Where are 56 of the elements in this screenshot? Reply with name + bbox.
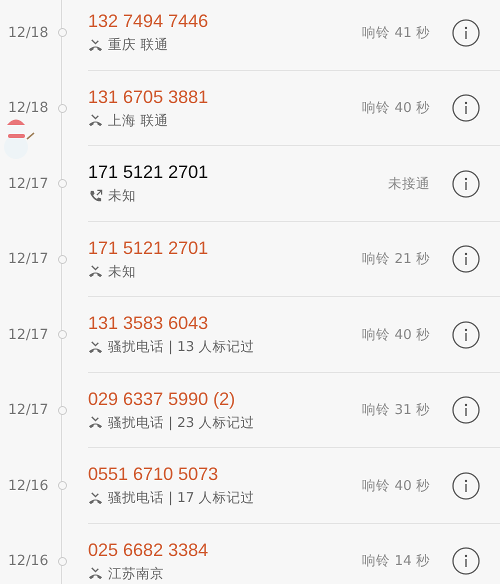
info-icon[interactable] [452, 245, 480, 274]
call-duration: 响铃 40 秒 [362, 476, 430, 495]
call-date: 12/16 [7, 478, 50, 494]
call-duration: 响铃 40 秒 [362, 99, 430, 118]
phone-number[interactable]: 131 3583 6043 [88, 313, 362, 334]
phone-number[interactable]: 0551 6710 5073 [88, 464, 362, 486]
phone-number[interactable]: 131 6705 3881 [88, 86, 362, 108]
call-date: 12/17 [7, 176, 50, 192]
call-detail: 上海 联通 [108, 112, 168, 130]
call-date: 12/18 [7, 24, 50, 41]
call-detail: 骚扰电话 | 23 人标记过 [108, 414, 255, 432]
missed-call-icon [88, 113, 103, 128]
info-icon[interactable] [452, 18, 480, 47]
call-duration: 响铃 41 秒 [362, 24, 430, 42]
call-detail: 骚扰电话 | 13 人标记过 [108, 338, 255, 356]
call-detail: 江苏南京 [108, 564, 164, 583]
timeline-dot [58, 28, 67, 38]
call-duration: 响铃 31 秒 [362, 401, 430, 420]
missed-call-icon [88, 340, 103, 355]
info-icon[interactable] [452, 547, 480, 576]
phone-number[interactable]: 171 5121 2701 [88, 238, 362, 259]
timeline-dot [58, 104, 67, 113]
info-icon[interactable] [452, 94, 480, 122]
call-duration: 未接通 [388, 174, 430, 193]
info-icon[interactable] [452, 170, 480, 198]
timeline-dot [58, 179, 67, 188]
call-duration: 响铃 40 秒 [362, 326, 430, 344]
call-detail: 未知 [108, 262, 136, 281]
timeline-dot [58, 406, 67, 415]
phone-number[interactable]: 029 6337 5990 (2) [88, 388, 362, 410]
info-icon[interactable] [452, 472, 480, 500]
timeline-dot [58, 481, 67, 490]
timeline-dot [58, 556, 67, 566]
call-date: 12/18 [7, 100, 50, 116]
missed-call-icon [88, 415, 103, 430]
info-icon[interactable] [452, 396, 480, 424]
call-date: 12/17 [7, 402, 50, 418]
missed-call-icon [88, 38, 103, 53]
phone-number[interactable]: 132 7494 7446 [88, 11, 362, 32]
timeline-dot [58, 254, 67, 264]
call-detail: 重庆 联通 [108, 36, 168, 54]
missed-call-icon [88, 490, 103, 506]
phone-number[interactable]: 025 6682 3384 [88, 540, 362, 561]
phone-number[interactable]: 171 5121 2701 [88, 162, 388, 184]
missed-call-icon [88, 264, 103, 280]
info-icon[interactable] [452, 320, 480, 349]
call-duration: 响铃 14 秒 [362, 552, 430, 570]
outgoing-call-icon [88, 188, 103, 204]
call-duration: 响铃 21 秒 [362, 250, 430, 268]
timeline-dot [58, 330, 67, 340]
call-date: 12/17 [7, 251, 50, 268]
call-detail: 骚扰电话 | 17 人标记过 [108, 489, 255, 508]
missed-call-icon [88, 566, 103, 582]
call-detail: 未知 [108, 187, 136, 206]
call-date: 12/16 [7, 553, 50, 570]
call-date: 12/17 [7, 326, 50, 343]
